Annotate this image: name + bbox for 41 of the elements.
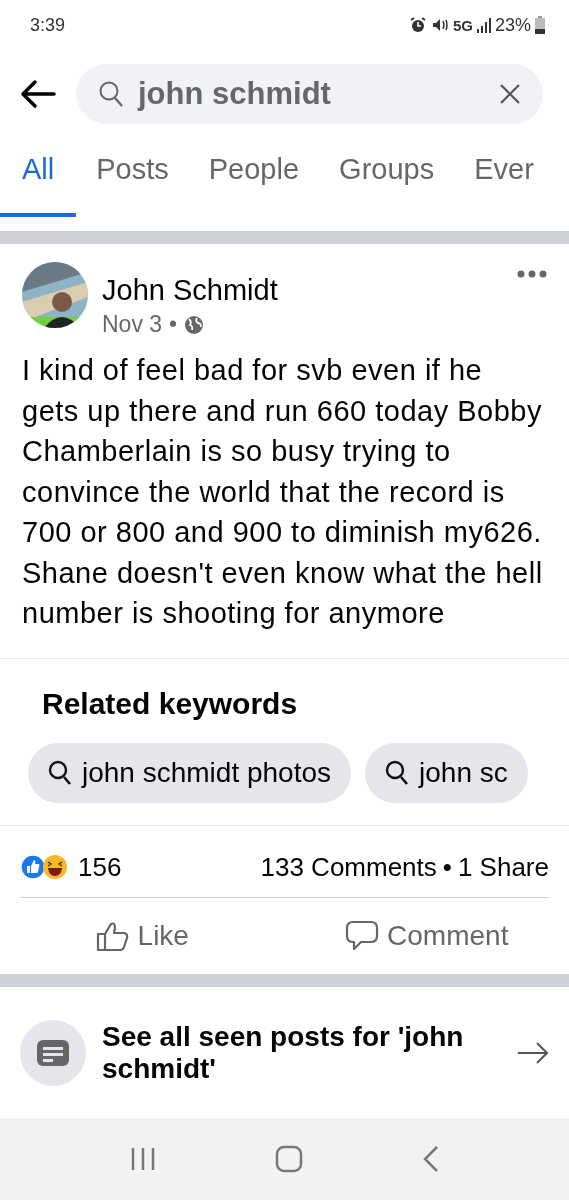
- globe-icon: [184, 314, 205, 335]
- keyword-chip[interactable]: john schmidt photos: [28, 742, 352, 803]
- like-reaction-icon: [20, 854, 46, 880]
- post-date[interactable]: Nov 3: [102, 311, 163, 338]
- speech-bubble-icon: [345, 919, 380, 952]
- comment-count[interactable]: 133 Comments: [260, 851, 437, 883]
- keyword-chip[interactable]: john sc: [365, 742, 528, 803]
- back-icon[interactable]: [421, 1145, 440, 1173]
- post-text: I kind of feel bad for svb even if he gets up there and run 660 today Bobby Chamberlain is so busy trying to convince the world that the record is 700 or 800 and 900 to diminish my626. Shane doesn't even know what the hell number is shooting for anymore: [22, 353, 544, 631]
- like-button[interactable]: Like: [0, 897, 285, 974]
- laughing-emoji-icon: [42, 854, 68, 880]
- author-name[interactable]: John Schmidt: [102, 274, 503, 307]
- search-field[interactable]: john schmidt: [76, 64, 543, 124]
- separator-dot: •: [442, 851, 452, 883]
- search-icon: [385, 759, 410, 786]
- signal-icon: [476, 17, 491, 33]
- recent-apps-icon[interactable]: [129, 1146, 156, 1172]
- share-count[interactable]: 1 Share: [457, 851, 549, 883]
- thumbs-up-icon: [95, 919, 130, 952]
- battery-percent: 23%: [494, 14, 531, 36]
- battery-icon: [535, 16, 545, 34]
- comment-button[interactable]: Comment: [284, 897, 569, 974]
- search-tab[interactable]: Posts: [76, 133, 189, 217]
- reaction-count[interactable]: 156: [78, 851, 122, 883]
- close-icon[interactable]: [499, 83, 521, 105]
- search-tab[interactable]: Groups: [319, 133, 455, 217]
- separator-dot: •: [169, 311, 178, 338]
- right-arrow-icon[interactable]: [517, 1041, 549, 1066]
- search-icon: [98, 80, 124, 108]
- search-tab[interactable]: People: [188, 133, 320, 217]
- back-arrow-icon[interactable]: [20, 79, 56, 109]
- status-time: 3:39: [30, 14, 66, 36]
- home-icon[interactable]: [274, 1145, 303, 1173]
- search-icon: [48, 759, 72, 786]
- see-all-link[interactable]: See all seen posts for 'john schmidt': [102, 1021, 501, 1086]
- more-options-icon[interactable]: [517, 270, 547, 278]
- section-title: Related keywords: [42, 686, 299, 721]
- search-tab[interactable]: Ever: [454, 133, 554, 217]
- search-tab[interactable]: All: [0, 133, 77, 217]
- alarm-icon: [408, 16, 427, 34]
- network-label: 5G: [452, 16, 473, 34]
